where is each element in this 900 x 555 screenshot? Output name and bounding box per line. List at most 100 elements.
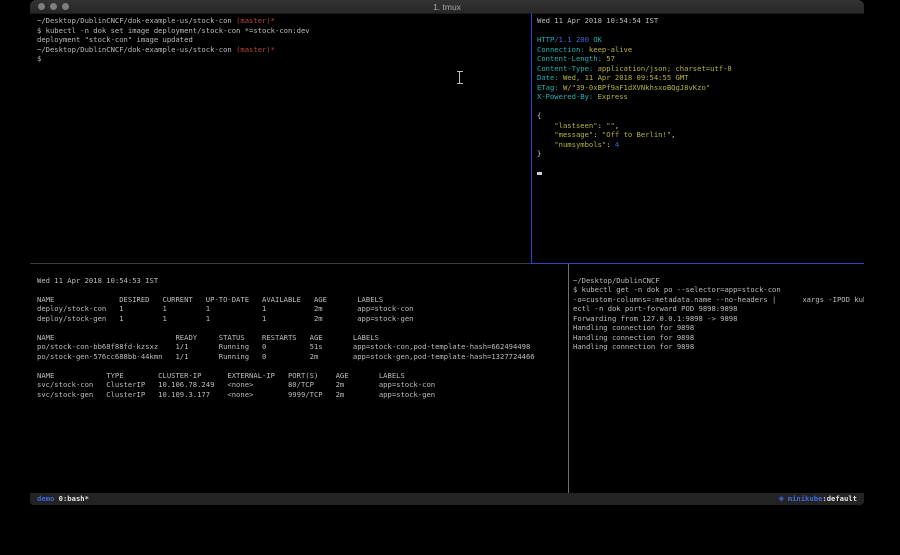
terminal-line: Handling connection for 9898 bbox=[573, 333, 864, 343]
text-segment: Wed 11 Apr 2018 10:54:53 IST bbox=[37, 276, 158, 285]
text-segment: { bbox=[537, 111, 541, 120]
text-segment: Express bbox=[593, 92, 628, 101]
text-segment: 4 bbox=[611, 140, 620, 149]
terminal-line bbox=[537, 26, 864, 36]
text-segment: (master)* bbox=[236, 16, 275, 25]
text-segment: "lastseen" bbox=[537, 121, 598, 130]
terminal-line: deploy/stock-con 1 1 1 1 2m app=stock-co… bbox=[37, 304, 575, 314]
text-segment: Content-Type: bbox=[537, 64, 593, 73]
terminal-line: Date: Wed, 11 Apr 2018 09:54:55 GMT bbox=[537, 73, 864, 83]
pane-divider-vertical-bottom[interactable] bbox=[568, 264, 569, 493]
terminal-line bbox=[37, 323, 575, 333]
terminal-line: po/stock-con-bb68f88fd-kzsxz 1/1 Running… bbox=[37, 342, 575, 352]
tmux-status-bar: demo 0:bash* ⊛ minikube :default bbox=[30, 493, 864, 505]
cluster-name: minikube bbox=[783, 493, 822, 505]
text-segment: "numsymbols" bbox=[537, 140, 606, 149]
text-segment: $ kubectl -n dok set image deployment/st… bbox=[37, 26, 310, 35]
text-segment: ETag: bbox=[537, 83, 559, 92]
text-segment: W/"39-0xBPf9aF1dXVNkhsxoBQgJ8vKzo" bbox=[559, 83, 710, 92]
text-segment: po/stock-gen-576cc688bb-44kmn 1/1 Runnin… bbox=[37, 352, 535, 361]
text-segment: ~/Desktop/DublinCNCF/dok-example-us/stoc… bbox=[37, 16, 236, 25]
text-segment: NAME DESIRED CURRENT UP-TO-DATE AVAILABL… bbox=[37, 295, 383, 304]
pane-divider-horizontal-left[interactable] bbox=[30, 263, 531, 264]
window-title: 1. tmux bbox=[30, 1, 864, 13]
text-segment: /1.1 200 bbox=[554, 35, 593, 44]
text-segment: Content-Length: bbox=[537, 54, 602, 63]
text-segment: Forwarding from 127.0.0.1:9898 -> 9898 bbox=[573, 314, 737, 323]
text-segment: deployment "stock-con" image updated bbox=[37, 35, 193, 44]
mouse-ibeam-cursor bbox=[456, 71, 463, 84]
desktop-background: { "window": { "title": "1. tmux" }, "col… bbox=[0, 0, 900, 555]
terminal-line: Forwarding from 127.0.0.1:9898 -> 9898 bbox=[573, 314, 864, 324]
terminal-line: NAME TYPE CLUSTER-IP EXTERNAL-IP PORT(S)… bbox=[37, 371, 575, 381]
terminal-line bbox=[573, 266, 864, 276]
text-segment: ~/Desktop/DublinCNCF bbox=[573, 276, 660, 285]
terminal-line: ETag: W/"39-0xBPf9aF1dXVNkhsxoBQgJ8vKzo" bbox=[537, 83, 864, 93]
text-segment: 57 bbox=[602, 54, 615, 63]
terminal-line: } bbox=[537, 149, 864, 159]
namespace-name: :default bbox=[822, 493, 857, 505]
terminal-line: X-Powered-By: Express bbox=[537, 92, 864, 102]
terminal-line: $ kubectl -n dok set image deployment/st… bbox=[37, 26, 538, 36]
terminal-cursor bbox=[537, 172, 542, 176]
pane-http-response-watch[interactable]: Wed 11 Apr 2018 10:54:54 IST HTTP/1.1 20… bbox=[532, 13, 864, 266]
text-segment: Wed, 11 Apr 2018 09:54:55 GMT bbox=[559, 73, 689, 82]
pane-shell-kubectl-set-image[interactable]: ~/Desktop/DublinCNCF/dok-example-us/stoc… bbox=[30, 13, 538, 266]
text-segment: ectl -n dok port-forward POD 9898:9898 bbox=[573, 304, 737, 313]
window-tab-bash[interactable]: 0:bash* bbox=[59, 493, 89, 505]
text-segment: Date: bbox=[537, 73, 559, 82]
terminal-line: $ bbox=[37, 54, 538, 64]
terminal-line: -o=custom-columns=:metadata.name --no-he… bbox=[573, 295, 864, 305]
terminal-line: svc/stock-gen ClusterIP 10.109.3.177 <no… bbox=[37, 390, 575, 400]
terminal-line: Handling connection for 9898 bbox=[573, 323, 864, 333]
text-segment: NAME READY STATUS RESTARTS AGE LABELS bbox=[37, 333, 379, 342]
text-segment: po/stock-con-bb68f88fd-kzsxz 1/1 Running… bbox=[37, 342, 530, 351]
terminal-line: "lastseen": "", bbox=[537, 121, 864, 131]
terminal-line: Handling connection for 9898 bbox=[573, 342, 864, 352]
text-segment: svc/stock-gen ClusterIP 10.109.3.177 <no… bbox=[37, 390, 435, 399]
text-segment: , bbox=[615, 121, 619, 130]
terminal-line: ~/Desktop/DublinCNCF/dok-example-us/stoc… bbox=[37, 45, 538, 55]
terminal-line: NAME READY STATUS RESTARTS AGE LABELS bbox=[37, 333, 575, 343]
terminal-line: ectl -n dok port-forward POD 9898:9898 bbox=[573, 304, 864, 314]
text-segment: , bbox=[671, 130, 675, 139]
terminal-line: "message": "Off to Berlin!", bbox=[537, 130, 864, 140]
status-right: ⊛ minikube :default bbox=[779, 493, 857, 505]
pane-port-forward[interactable]: ~/Desktop/DublinCNCF$ kubectl get -n dok… bbox=[569, 264, 864, 495]
text-segment: Connection: bbox=[537, 45, 585, 54]
text-segment: $ kubectl get -n dok po --selector=app=s… bbox=[573, 285, 781, 294]
text-segment: "Off to Berlin!" bbox=[598, 130, 672, 139]
text-segment: deploy/stock-gen 1 1 1 1 2m app=stock-ge… bbox=[37, 314, 413, 323]
window-titlebar[interactable]: 1. tmux bbox=[30, 0, 864, 14]
text-segment: X-Powered-By: bbox=[537, 92, 593, 101]
text-segment: Handling connection for 9898 bbox=[573, 333, 694, 342]
pane-divider-horizontal-right-active[interactable] bbox=[531, 263, 864, 264]
text-segment: keep-alive bbox=[585, 45, 633, 54]
text-segment: application/json; charset=utf-8 bbox=[593, 64, 731, 73]
terminal-line: NAME DESIRED CURRENT UP-TO-DATE AVAILABL… bbox=[37, 295, 575, 305]
text-segment: Handling connection for 9898 bbox=[573, 323, 694, 332]
terminal-line: ~/Desktop/DublinCNCF bbox=[573, 276, 864, 286]
terminal-line: Wed 11 Apr 2018 10:54:53 IST bbox=[37, 276, 575, 286]
text-segment: OK bbox=[593, 35, 602, 44]
terminal-line bbox=[37, 266, 575, 276]
terminal-line: { bbox=[537, 111, 864, 121]
ibeam-bottom-cap bbox=[457, 83, 463, 84]
terminal-line: Connection: keep-alive bbox=[537, 45, 864, 55]
terminal-line bbox=[537, 159, 864, 169]
terminal-line bbox=[37, 361, 575, 371]
terminal-line: svc/stock-con ClusterIP 10.106.78.249 <n… bbox=[37, 380, 575, 390]
terminal-line: $ kubectl get -n dok po --selector=app=s… bbox=[573, 285, 864, 295]
tmux-terminal-window: 1. tmux ~/Desktop/DublinCNCF/dok-example… bbox=[30, 0, 864, 505]
text-segment: svc/stock-con ClusterIP 10.106.78.249 <n… bbox=[37, 380, 435, 389]
terminal-line bbox=[537, 102, 864, 112]
terminal-line: Content-Length: 57 bbox=[537, 54, 864, 64]
pane-kubectl-get-watch[interactable]: Wed 11 Apr 2018 10:54:53 IST NAME DESIRE… bbox=[30, 264, 575, 495]
pane-divider-vertical-top-active[interactable] bbox=[531, 13, 532, 263]
terminal-line: deployment "stock-con" image updated bbox=[37, 35, 538, 45]
text-segment: -o=custom-columns=:metadata.name --no-he… bbox=[573, 295, 864, 304]
terminal-line: deploy/stock-gen 1 1 1 1 2m app=stock-ge… bbox=[37, 314, 575, 324]
text-segment: Wed 11 Apr 2018 10:54:54 IST bbox=[537, 16, 658, 25]
terminal-line: Content-Type: application/json; charset=… bbox=[537, 64, 864, 74]
text-segment: deploy/stock-con 1 1 1 1 2m app=stock-co… bbox=[37, 304, 413, 313]
